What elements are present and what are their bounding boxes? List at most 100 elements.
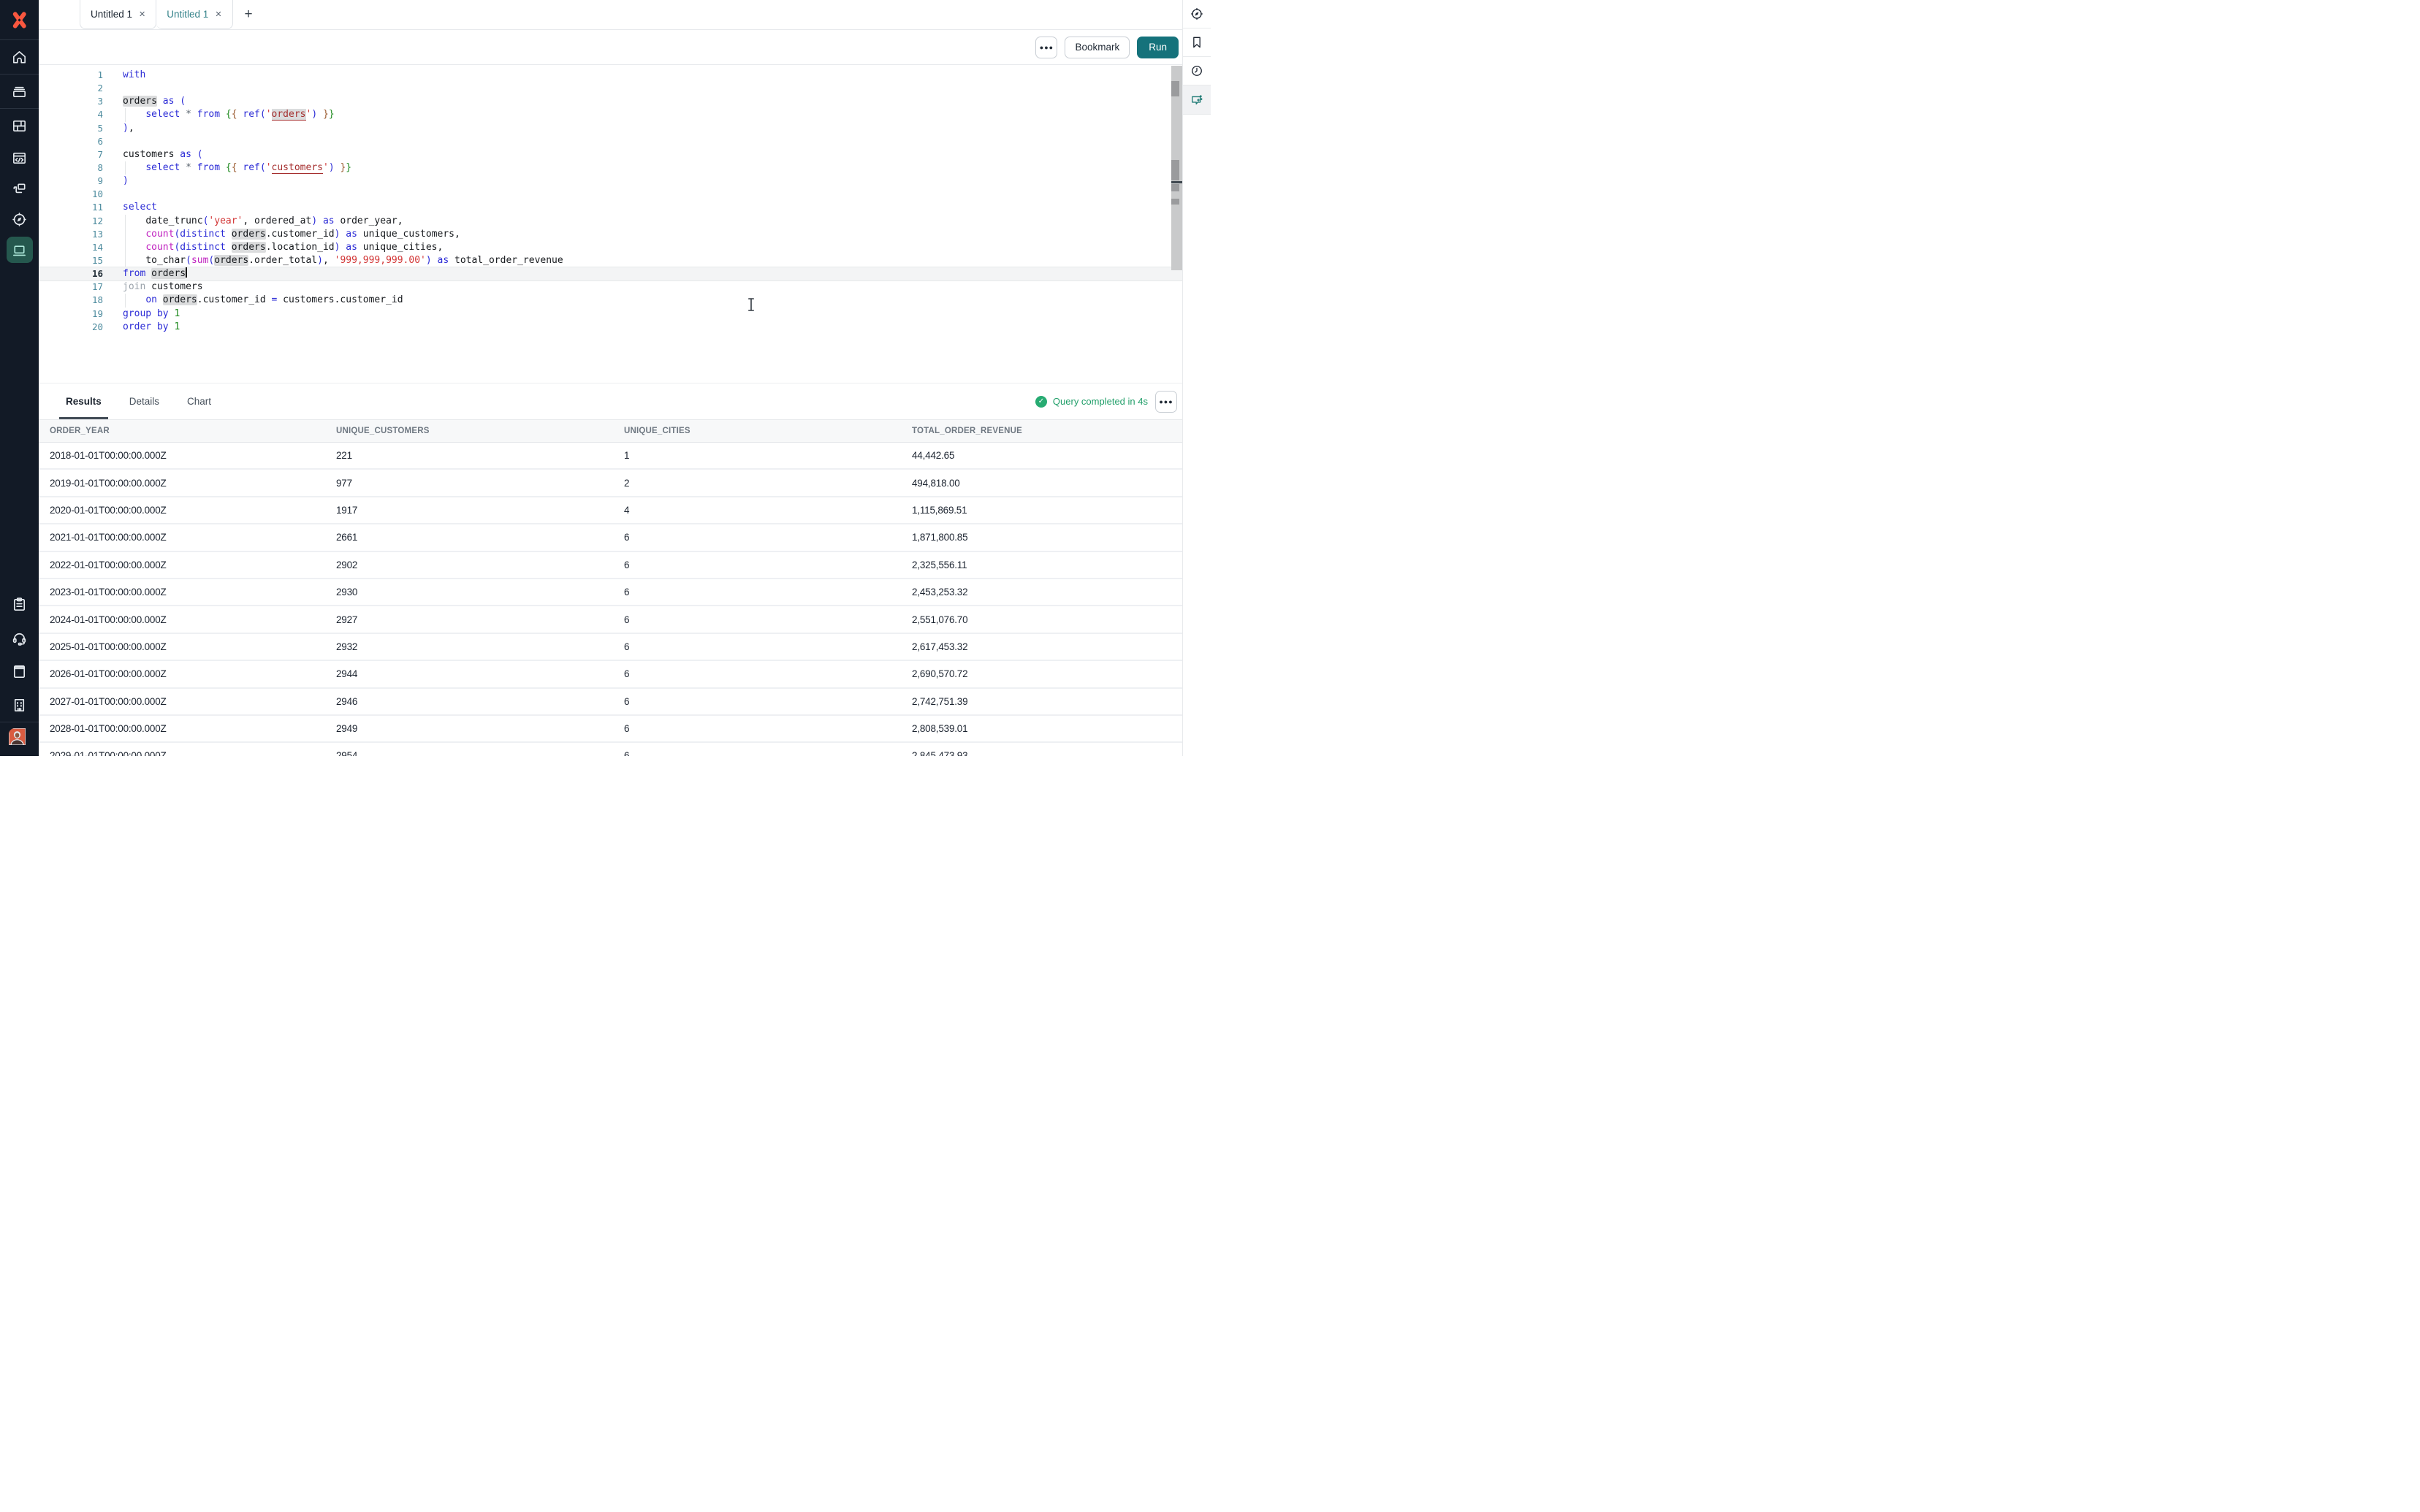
table-row[interactable]: 2027-01-01T00:00:00.000Z294662,742,751.3…	[39, 689, 1182, 716]
tab-untitled-1[interactable]: Untitled 1 ✕	[80, 0, 156, 29]
code-line[interactable]: 13 count(distinct orders.customer_id) as…	[39, 228, 1182, 241]
sidebar-item-apps[interactable]	[0, 109, 39, 142]
table-cell[interactable]: 2029-01-01T00:00:00.000Z	[50, 750, 336, 756]
code-line[interactable]: 6	[39, 135, 1182, 148]
table-cell[interactable]: 221	[336, 450, 624, 461]
code-line[interactable]: 7customers as (	[39, 148, 1182, 161]
code-line[interactable]: 2	[39, 82, 1182, 95]
editor-scrollbar[interactable]	[1171, 66, 1182, 270]
table-cell[interactable]: 2024-01-01T00:00:00.000Z	[50, 614, 336, 625]
code-line[interactable]: 15 to_char(sum(orders.order_total), '999…	[39, 254, 1182, 267]
code-line[interactable]: 17join customers	[39, 280, 1182, 294]
code-line[interactable]: 18 on orders.customer_id = customers.cus…	[39, 294, 1182, 307]
table-cell[interactable]: 6	[624, 587, 912, 597]
table-cell[interactable]: 6	[624, 668, 912, 679]
table-row[interactable]: 2018-01-01T00:00:00.000Z221144,442.65	[39, 443, 1182, 470]
table-cell[interactable]: 1,871,800.85	[912, 532, 1182, 543]
column-header[interactable]: UNIQUE_CITIES	[624, 427, 912, 435]
sidebar-item-collections[interactable]	[0, 75, 39, 108]
column-header[interactable]: UNIQUE_CUSTOMERS	[336, 427, 624, 435]
close-icon[interactable]: ✕	[139, 9, 145, 19]
table-cell[interactable]: 977	[336, 478, 624, 489]
more-options-button[interactable]: ●●●	[1035, 37, 1057, 58]
table-cell[interactable]: 2927	[336, 614, 624, 625]
table-cell[interactable]: 2022-01-01T00:00:00.000Z	[50, 560, 336, 570]
table-cell[interactable]: 2932	[336, 641, 624, 652]
table-row[interactable]: 2026-01-01T00:00:00.000Z294462,690,570.7…	[39, 661, 1182, 688]
sidebar-item-explore-right[interactable]	[1183, 0, 1211, 28]
table-row[interactable]: 2019-01-01T00:00:00.000Z9772494,818.00	[39, 470, 1182, 497]
table-cell[interactable]: 2021-01-01T00:00:00.000Z	[50, 532, 336, 543]
sidebar-item-home[interactable]	[0, 40, 39, 74]
sidebar-item-notebook-active[interactable]	[0, 234, 39, 265]
bookmark-button[interactable]: Bookmark	[1065, 37, 1130, 58]
table-row[interactable]: 2022-01-01T00:00:00.000Z290262,325,556.1…	[39, 552, 1182, 579]
sql-editor[interactable]: 1with23orders as (4 select * from {{ ref…	[39, 65, 1182, 383]
table-cell[interactable]: 6	[624, 750, 912, 756]
sidebar-item-support[interactable]	[0, 621, 39, 654]
sidebar-item-code[interactable]	[0, 142, 39, 173]
table-cell[interactable]: 2,617,453.32	[912, 641, 1182, 652]
run-button[interactable]: Run	[1137, 37, 1179, 58]
table-cell[interactable]: 6	[624, 641, 912, 652]
table-cell[interactable]: 2944	[336, 668, 624, 679]
tab-untitled-2[interactable]: Untitled 1 ✕	[156, 0, 232, 29]
results-more-button[interactable]: ●●●	[1155, 391, 1177, 413]
table-cell[interactable]: 2027-01-01T00:00:00.000Z	[50, 696, 336, 707]
tab-details[interactable]: Details	[124, 383, 164, 419]
table-cell[interactable]: 2020-01-01T00:00:00.000Z	[50, 505, 336, 516]
table-cell[interactable]: 2019-01-01T00:00:00.000Z	[50, 478, 336, 489]
table-cell[interactable]: 1	[624, 450, 912, 461]
table-row[interactable]: 2028-01-01T00:00:00.000Z294962,808,539.0…	[39, 716, 1182, 743]
table-row[interactable]: 2025-01-01T00:00:00.000Z293262,617,453.3…	[39, 634, 1182, 661]
code-line[interactable]: 12 date_trunc('year', ordered_at) as ord…	[39, 215, 1182, 228]
close-icon[interactable]: ✕	[215, 9, 221, 19]
table-cell[interactable]: 2,845,473.93	[912, 750, 1182, 756]
table-row[interactable]: 2020-01-01T00:00:00.000Z191741,115,869.5…	[39, 497, 1182, 524]
sidebar-item-components[interactable]	[0, 173, 39, 204]
table-cell[interactable]: 2,325,556.11	[912, 560, 1182, 570]
table-cell[interactable]: 2,453,253.32	[912, 587, 1182, 597]
table-cell[interactable]: 2026-01-01T00:00:00.000Z	[50, 668, 336, 679]
sidebar-item-history[interactable]	[1183, 57, 1211, 85]
table-cell[interactable]: 494,818.00	[912, 478, 1182, 489]
code-line[interactable]: 14 count(distinct orders.location_id) as…	[39, 241, 1182, 254]
table-row[interactable]: 2024-01-01T00:00:00.000Z292762,551,076.7…	[39, 606, 1182, 633]
table-cell[interactable]: 2018-01-01T00:00:00.000Z	[50, 450, 336, 461]
table-cell[interactable]: 2,808,539.01	[912, 723, 1182, 734]
table-cell[interactable]: 2,742,751.39	[912, 696, 1182, 707]
table-cell[interactable]: 1917	[336, 505, 624, 516]
tab-chart[interactable]: Chart	[182, 383, 216, 419]
sidebar-item-bookmarks[interactable]	[1183, 28, 1211, 56]
table-cell[interactable]: 2,551,076.70	[912, 614, 1182, 625]
user-menu[interactable]	[0, 722, 39, 756]
table-row[interactable]: 2029-01-01T00:00:00.000Z295462,845,473.9…	[39, 743, 1182, 756]
code-line[interactable]: 16from orders	[39, 267, 1182, 280]
table-cell[interactable]: 6	[624, 723, 912, 734]
hex-logo[interactable]	[0, 0, 39, 39]
table-row[interactable]: 2021-01-01T00:00:00.000Z266161,871,800.8…	[39, 524, 1182, 551]
scrollbar-thumb[interactable]	[1171, 81, 1179, 96]
table-cell[interactable]: 2949	[336, 723, 624, 734]
table-cell[interactable]: 2025-01-01T00:00:00.000Z	[50, 641, 336, 652]
table-cell[interactable]: 2954	[336, 750, 624, 756]
sidebar-item-docs[interactable]	[0, 654, 39, 688]
code-line[interactable]: 1with	[39, 69, 1182, 82]
table-cell[interactable]: 1,115,869.51	[912, 505, 1182, 516]
column-header[interactable]: TOTAL_ORDER_REVENUE	[912, 427, 1182, 435]
table-cell[interactable]: 6	[624, 696, 912, 707]
new-tab-button[interactable]: +	[233, 0, 265, 29]
table-cell[interactable]: 2028-01-01T00:00:00.000Z	[50, 723, 336, 734]
table-cell[interactable]: 2023-01-01T00:00:00.000Z	[50, 587, 336, 597]
table-cell[interactable]: 6	[624, 614, 912, 625]
code-line[interactable]: 20order by 1	[39, 321, 1182, 334]
table-cell[interactable]: 6	[624, 532, 912, 543]
table-cell[interactable]: 2	[624, 478, 912, 489]
tab-results[interactable]: Results	[61, 383, 107, 419]
code-line[interactable]: 5),	[39, 122, 1182, 135]
code-line[interactable]: 9)	[39, 175, 1182, 188]
code-line[interactable]: 11select	[39, 201, 1182, 214]
table-cell[interactable]: 2,690,570.72	[912, 668, 1182, 679]
table-cell[interactable]: 2930	[336, 587, 624, 597]
table-cell[interactable]: 4	[624, 505, 912, 516]
